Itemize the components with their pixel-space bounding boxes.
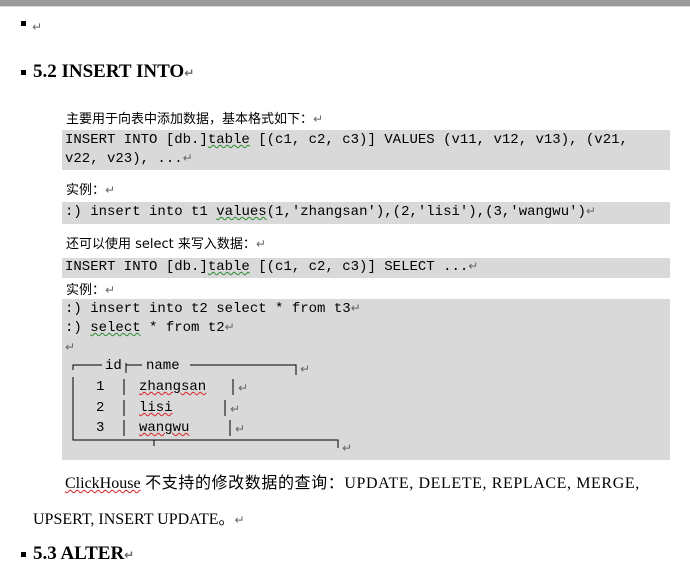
- result-cell-id: 3: [96, 420, 105, 436]
- heading-bullet: [21, 70, 26, 75]
- intro-paragraph: 主要用于向表中添加数据，基本格式如下：↵: [66, 112, 324, 127]
- example-label: 实例：↵: [66, 183, 116, 198]
- paragraph-mark: ↵: [235, 422, 246, 436]
- result-header-name: name: [146, 358, 180, 374]
- paragraph-mark: ↵: [238, 381, 249, 395]
- code-block-insert-syntax: INSERT INTO [db.]table [(c1, c2, c3)] VA…: [62, 130, 670, 170]
- clickhouse-term: ClickHouse: [65, 475, 141, 492]
- code-block-example-values: :) insert into t1 values(1,'zhangsan'),(…: [62, 202, 670, 224]
- result-cell-id: 1: [96, 379, 105, 395]
- unsupported-queries-note-cont: UPSERT, INSERT UPDATE。↵: [33, 511, 245, 528]
- section-heading-5-3: 5.3 ALTER↵: [33, 543, 135, 564]
- paragraph-mark: ↵: [230, 402, 241, 416]
- unsupported-queries-note: ClickHouse 不支持的修改数据的查询：UPDATE, DELETE, R…: [65, 475, 640, 492]
- select-intro-paragraph: 还可以使用 select 来写入数据：↵: [66, 237, 266, 252]
- paragraph-mark: ↵: [32, 20, 43, 34]
- code-line: INSERT INTO [db.]table [(c1, c2, c3)] SE…: [65, 259, 479, 275]
- list-bullet: [21, 21, 26, 26]
- example-label: 实例：↵: [66, 283, 116, 298]
- result-cell-id: 2: [96, 400, 105, 416]
- section-heading-5-2: 5.2 INSERT INTO↵: [33, 61, 195, 82]
- result-cell-name: zhangsan: [139, 379, 207, 395]
- code-block-insert-select-syntax: INSERT INTO [db.]table [(c1, c2, c3)] SE…: [62, 258, 670, 278]
- result-cell-name: lisi: [139, 400, 173, 416]
- code-line: INSERT INTO [db.]table [(c1, c2, c3)] VA…: [65, 132, 628, 148]
- heading-bullet: [21, 552, 26, 557]
- code-line: :) insert into t1 values(1,'zhangsan'),(…: [65, 204, 596, 220]
- code-line: v22, v23), ...↵: [65, 151, 193, 167]
- paragraph-mark: ↵: [300, 362, 311, 376]
- result-header-id: id: [105, 358, 122, 374]
- paragraph-mark: ↵: [342, 441, 353, 455]
- page-top-border-shadow: [0, 6, 690, 7]
- code-block-example-select: :) insert into t2 select * from t3↵ :) s…: [62, 299, 670, 460]
- result-cell-name: wangwu: [139, 420, 190, 436]
